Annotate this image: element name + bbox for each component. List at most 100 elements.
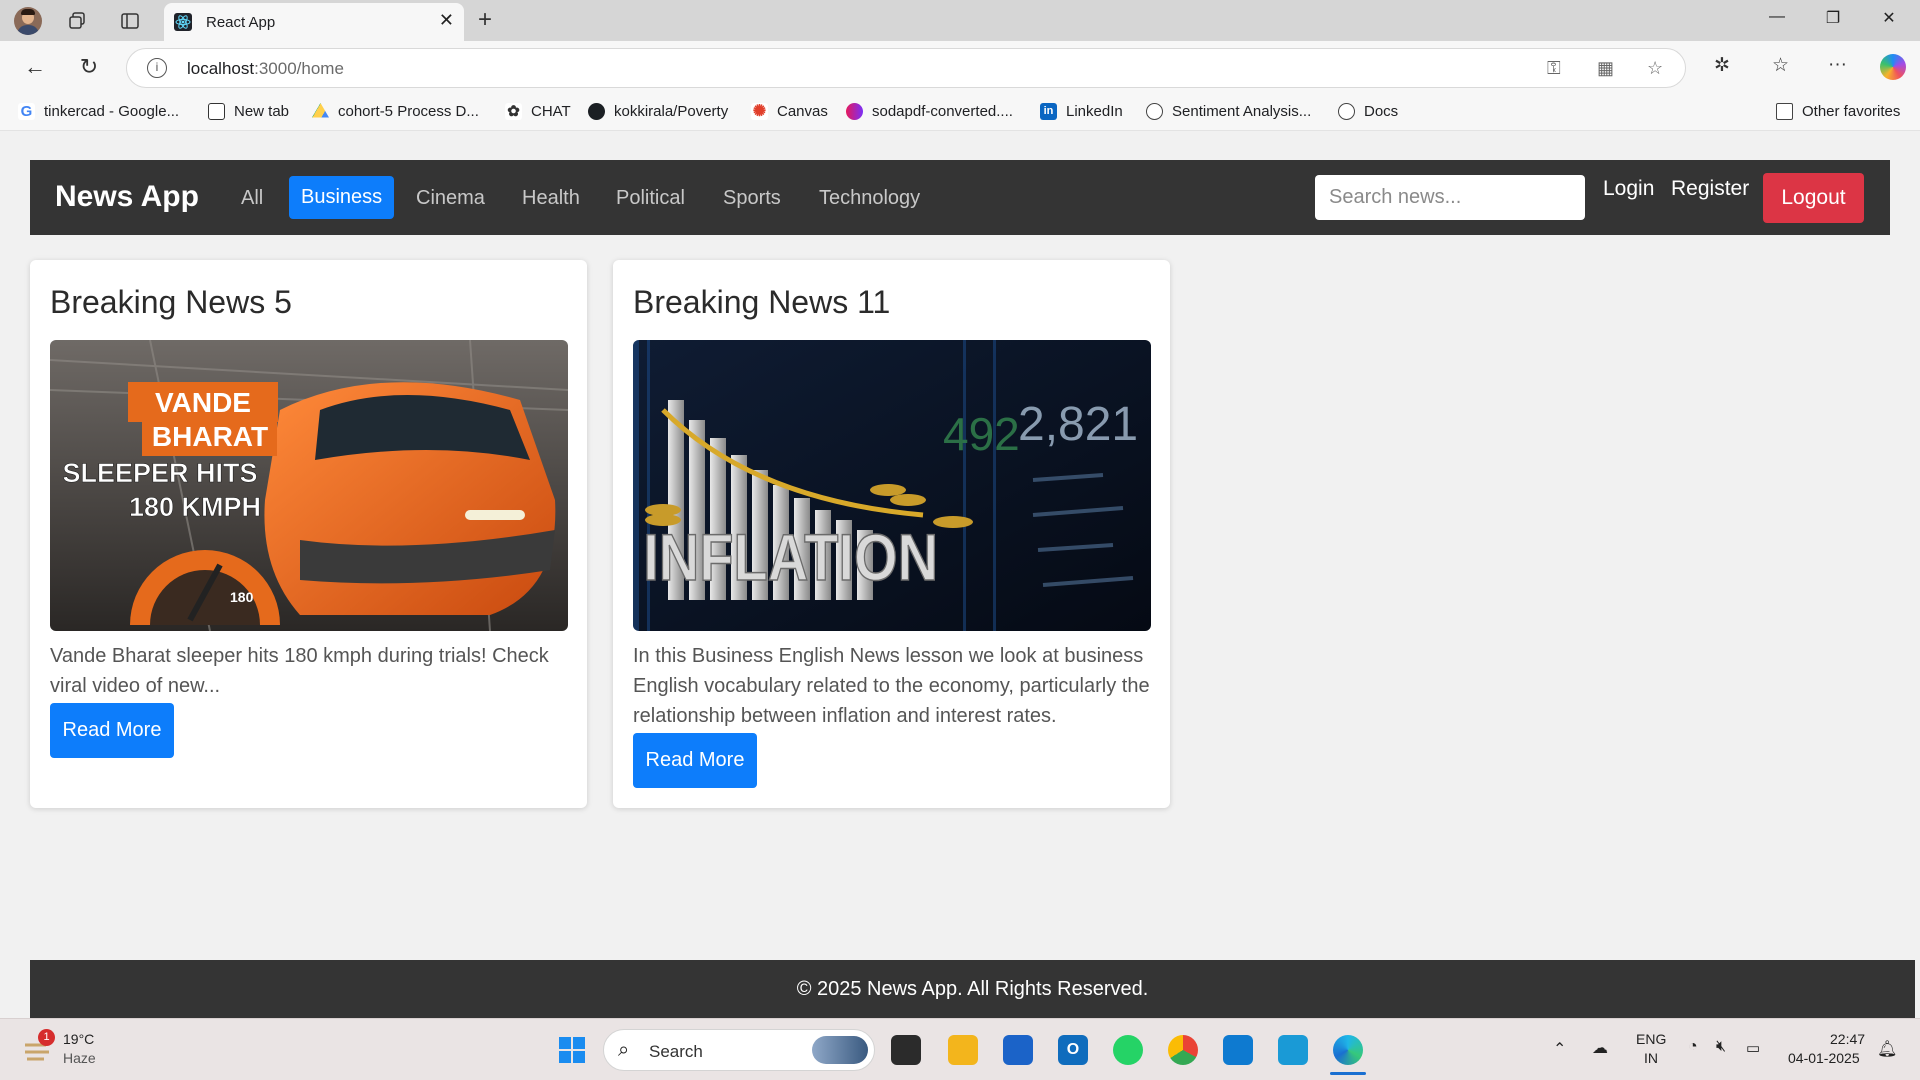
url-text[interactable]: localhost:3000/home (187, 59, 344, 79)
address-bar[interactable]: i localhost:3000/home ⚿ ▦ ☆ (126, 48, 1686, 88)
favorites-icon[interactable]: ☆ (1772, 54, 1789, 77)
image-text: BHARAT (152, 421, 268, 452)
bookmark-item[interactable]: ✿ CHAT (505, 103, 571, 120)
show-hidden-icons[interactable]: ⌃ (1553, 1039, 1566, 1059)
new-tab-icon[interactable]: + (478, 6, 492, 34)
close-tab-icon[interactable]: ✕ (439, 10, 454, 31)
nav-link-all[interactable]: All (241, 187, 263, 210)
bookmark-item[interactable]: New tab (208, 103, 289, 120)
edge-icon[interactable] (1333, 1035, 1363, 1065)
news-image-inflation[interactable]: 492 2,821 INFLATION (633, 340, 1151, 631)
vertical-tabs-icon[interactable] (117, 8, 143, 34)
copilot-icon[interactable] (1880, 54, 1906, 80)
other-favorites[interactable]: Other favorites (1776, 103, 1900, 120)
card-title: Breaking News 11 (633, 284, 891, 320)
language-top[interactable]: ENG (1636, 1031, 1666, 1047)
bookmark-item[interactable]: ✺ Canvas (751, 103, 828, 120)
bookmark-item[interactable]: in LinkedIn (1040, 103, 1123, 120)
start-icon[interactable] (557, 1035, 587, 1065)
back-icon[interactable]: ← (20, 54, 50, 80)
folder-icon (1776, 103, 1793, 120)
battery-icon[interactable]: ▭ (1746, 1039, 1760, 1057)
whatsapp-icon[interactable] (1113, 1035, 1143, 1065)
browser-tab-bar: React App ✕ + — ❐ ✕ (0, 0, 1920, 41)
chrome-icon[interactable] (1168, 1035, 1198, 1065)
image-text: 492 (943, 408, 1020, 460)
bookmark-item[interactable]: cohort-5 Process D... (312, 103, 479, 120)
weather-desc[interactable]: Haze (63, 1050, 96, 1066)
file-explorer-icon[interactable] (948, 1035, 978, 1065)
onedrive-icon[interactable]: ☁ (1592, 1038, 1608, 1058)
github-icon (588, 103, 605, 120)
windows-taskbar: 1 19°C Haze ⌕ Search O ⌃ ☁ ENG IN ◔ 🔇︎ ▭… (0, 1018, 1920, 1080)
image-text: VANDE (155, 387, 251, 418)
reload-icon[interactable]: ↻ (74, 54, 104, 80)
read-more-button[interactable]: Read More (50, 703, 174, 758)
notification-badge: 1 (38, 1029, 55, 1046)
more-menu-icon[interactable]: ··· (1828, 54, 1847, 76)
password-key-icon[interactable]: ⚿ (1547, 58, 1561, 79)
image-text: SLEEPER HITS (62, 458, 257, 488)
new-tab-icon (208, 103, 225, 120)
wifi-icon[interactable]: ◔ (1688, 1038, 1698, 1056)
nav-link-technology[interactable]: Technology (819, 187, 920, 210)
globe-icon (1146, 103, 1163, 120)
site-info-icon[interactable]: i (147, 58, 167, 78)
canvas-icon: ✺ (751, 103, 768, 120)
task-view-icon[interactable] (891, 1035, 921, 1065)
news-image-train[interactable]: VANDE BHARAT SLEEPER HITS 180 KMPH 180 (50, 340, 568, 631)
clock-date[interactable]: 04-01-2025 (1788, 1050, 1860, 1066)
nav-link-health[interactable]: Health (522, 187, 580, 210)
vscode-icon[interactable] (1223, 1035, 1253, 1065)
nav-link-cinema[interactable]: Cinema (416, 187, 485, 210)
news-card: Breaking News 11 492 2,821 INFLATION In … (613, 260, 1170, 808)
clock-time[interactable]: 22:47 (1830, 1031, 1865, 1047)
brand-logo[interactable]: News App (55, 180, 199, 214)
pdf-icon (846, 103, 863, 120)
extensions-icon[interactable]: ✲ (1714, 54, 1730, 77)
restore-icon[interactable]: ❐ (1818, 8, 1848, 28)
minimize-icon[interactable]: — (1762, 8, 1792, 26)
google-drive-icon (312, 103, 329, 118)
workspaces-icon[interactable] (64, 8, 90, 34)
page-viewport: News App All Business Cinema Health Poli… (5, 132, 1915, 1018)
profile-avatar[interactable] (14, 7, 42, 35)
bookmark-item[interactable]: Docs (1338, 103, 1398, 120)
active-tab[interactable]: React App ✕ (164, 3, 464, 41)
volume-muted-icon[interactable]: 🔇︎ (1716, 1038, 1726, 1056)
taskbar-search[interactable]: ⌕ Search (603, 1029, 875, 1071)
login-link[interactable]: Login (1603, 177, 1654, 201)
search-highlight-image (812, 1036, 868, 1064)
read-more-button[interactable]: Read More (633, 733, 757, 788)
nav-link-political[interactable]: Political (616, 187, 685, 210)
outlook-icon[interactable]: O (1058, 1035, 1088, 1065)
weather-widget[interactable]: 1 (22, 1029, 55, 1065)
notifications-icon[interactable]: 🔔︎ (1877, 1039, 1897, 1059)
logout-button[interactable]: Logout (1763, 173, 1864, 223)
language-bottom[interactable]: IN (1644, 1050, 1658, 1066)
notepad-icon[interactable] (1278, 1035, 1308, 1065)
linkedin-icon: in (1040, 103, 1057, 120)
weather-temp[interactable]: 19°C (63, 1031, 94, 1047)
nav-link-business[interactable]: Business (289, 176, 395, 219)
nav-link-sports[interactable]: Sports (723, 187, 781, 210)
news-card: Breaking News 5 VANDE BHARAT SLEEPER HIT… (30, 260, 587, 808)
app-available-icon[interactable]: ▦ (1597, 58, 1614, 79)
active-app-indicator (1330, 1072, 1366, 1075)
search-icon: ⌕ (618, 1039, 630, 1061)
microsoft-store-icon[interactable] (1003, 1035, 1033, 1065)
search-input[interactable] (1315, 175, 1585, 220)
favorite-star-icon[interactable]: ☆ (1647, 58, 1663, 79)
tab-title: React App (206, 14, 276, 31)
bookmark-item[interactable]: G tinkercad - Google... (18, 103, 179, 120)
bookmark-item[interactable]: kokkirala/Poverty (588, 103, 728, 120)
bookmark-item[interactable]: sodapdf-converted.... (846, 103, 1013, 120)
image-text: 2,821 (1018, 398, 1138, 451)
bookmark-item[interactable]: Sentiment Analysis... (1146, 103, 1311, 120)
openai-icon: ✿ (505, 103, 522, 120)
close-window-icon[interactable]: ✕ (1874, 8, 1904, 28)
image-text: 180 (230, 589, 254, 605)
bookmarks-bar: G tinkercad - Google... New tab cohort-5… (0, 94, 1920, 131)
image-text: INFLATION (643, 521, 938, 594)
register-link[interactable]: Register (1671, 177, 1749, 201)
